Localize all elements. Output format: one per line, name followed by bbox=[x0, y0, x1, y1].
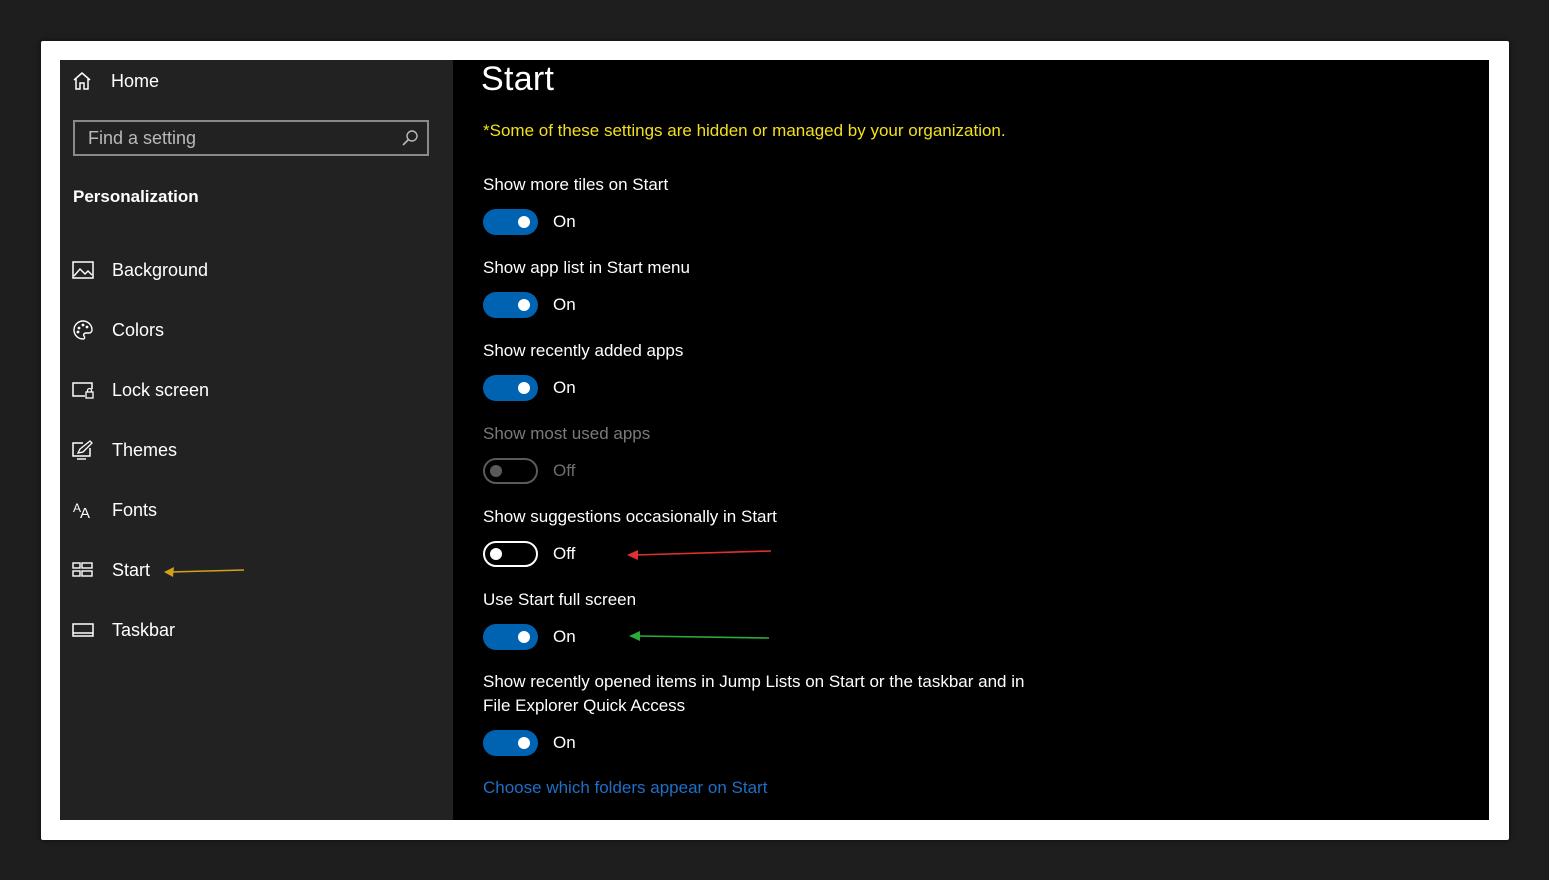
toggle-state-label: Off bbox=[553, 544, 576, 563]
search-icon[interactable] bbox=[401, 129, 419, 147]
svg-text:A: A bbox=[80, 505, 90, 520]
sidebar-item-label: Colors bbox=[112, 319, 165, 340]
toggle-state-label: Off bbox=[553, 461, 576, 480]
annotation-arrow-red bbox=[627, 550, 772, 560]
app-list-toggle[interactable] bbox=[483, 292, 538, 318]
full-screen-toggle[interactable] bbox=[483, 624, 538, 650]
setting-label-suggestions: Show suggestions occasionally in Start bbox=[483, 507, 777, 526]
toggle-knob bbox=[490, 465, 502, 477]
toggle-state-label: On bbox=[553, 295, 576, 314]
sidebar-item-background[interactable]: Background bbox=[72, 256, 208, 284]
toggle-knob bbox=[518, 382, 530, 394]
setting-label-line: File Explorer Quick Access bbox=[483, 696, 686, 715]
choose-folders-link[interactable]: Choose which folders appear on Start bbox=[483, 778, 767, 798]
home-label: Home bbox=[111, 70, 160, 91]
setting-label-recently-added: Show recently added apps bbox=[483, 341, 684, 360]
palette-icon bbox=[72, 319, 94, 341]
toggle-knob bbox=[490, 548, 502, 560]
suggestions-toggle[interactable] bbox=[483, 541, 538, 567]
toggle-state-label: On bbox=[553, 733, 576, 752]
setting-row-more-tiles: On bbox=[483, 209, 576, 235]
start-icon bbox=[72, 559, 94, 581]
picture-icon bbox=[72, 259, 94, 281]
sidebar-item-fonts[interactable]: A A Fonts bbox=[72, 496, 157, 524]
settings-window: Home Personalization Background bbox=[60, 60, 1489, 820]
sidebar-item-colors[interactable]: Colors bbox=[72, 316, 164, 344]
main-panel: Start *Some of these settings are hidden… bbox=[481, 60, 1463, 820]
sidebar-item-label: Fonts bbox=[112, 499, 158, 520]
sidebar-item-taskbar[interactable]: Taskbar bbox=[72, 616, 175, 644]
sidebar-item-label: Themes bbox=[112, 439, 178, 460]
toggle-state-label: On bbox=[553, 627, 576, 646]
sidebar-item-label: Start bbox=[112, 559, 151, 580]
recently-added-toggle[interactable] bbox=[483, 375, 538, 401]
sidebar-item-label: Taskbar bbox=[112, 619, 176, 640]
toggle-knob bbox=[518, 737, 530, 749]
section-title: Personalization bbox=[73, 187, 199, 206]
taskbar-icon bbox=[72, 619, 94, 641]
themes-icon bbox=[72, 439, 94, 461]
setting-label-most-used: Show most used apps bbox=[483, 424, 651, 443]
toggle-state-label: On bbox=[553, 212, 576, 231]
sidebar: Home Personalization Background bbox=[60, 60, 453, 820]
more-tiles-toggle[interactable] bbox=[483, 209, 538, 235]
home-button[interactable]: Home bbox=[72, 68, 159, 94]
lock-screen-icon bbox=[72, 379, 94, 401]
setting-label-full-screen: Use Start full screen bbox=[483, 590, 637, 609]
search-input[interactable] bbox=[75, 126, 401, 150]
setting-row-full-screen: On bbox=[483, 624, 576, 650]
sidebar-item-start[interactable]: Start bbox=[72, 556, 150, 584]
sidebar-item-lock-screen[interactable]: Lock screen bbox=[72, 376, 209, 404]
organization-managed-note: *Some of these settings are hidden or ma… bbox=[483, 121, 1006, 140]
toggle-knob bbox=[518, 216, 530, 228]
fonts-icon: A A bbox=[72, 499, 94, 521]
setting-row-most-used: Off bbox=[483, 458, 575, 484]
setting-label-line: Show recently opened items in Jump Lists… bbox=[483, 672, 1025, 691]
setting-row-suggestions: Off bbox=[483, 541, 575, 567]
jump-lists-toggle[interactable] bbox=[483, 730, 538, 756]
setting-row-jump-lists: On bbox=[483, 730, 576, 756]
search-box[interactable] bbox=[73, 120, 429, 156]
setting-row-recently-added: On bbox=[483, 375, 576, 401]
annotation-arrow-orange bbox=[164, 567, 245, 577]
home-icon bbox=[73, 72, 91, 90]
page-title: Start bbox=[481, 60, 555, 98]
toggle-knob bbox=[518, 299, 530, 311]
sidebar-item-label: Lock screen bbox=[112, 379, 210, 400]
most-used-toggle bbox=[483, 458, 538, 484]
setting-label-jump-lists: Show recently opened items in Jump Lists… bbox=[483, 670, 1024, 718]
setting-row-app-list: On bbox=[483, 292, 576, 318]
sidebar-item-themes[interactable]: Themes bbox=[72, 436, 177, 464]
sidebar-item-label: Background bbox=[112, 259, 209, 280]
setting-label-more-tiles: Show more tiles on Start bbox=[483, 175, 669, 194]
annotation-arrow-green bbox=[629, 631, 770, 641]
toggle-state-label: On bbox=[553, 378, 576, 397]
setting-label-app-list: Show app list in Start menu bbox=[483, 258, 690, 277]
toggle-knob bbox=[518, 631, 530, 643]
